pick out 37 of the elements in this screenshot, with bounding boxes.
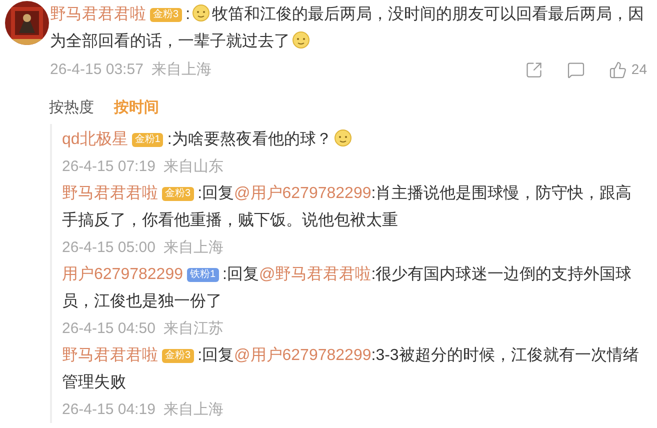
timestamp: 26-4-15 04:19 xyxy=(62,400,156,420)
username[interactable]: 野马君君君啦 xyxy=(62,347,158,364)
fan-badge: 金粉3 xyxy=(162,187,194,201)
emoji-icon xyxy=(292,31,310,49)
timestamp: 26-4-15 07:19 xyxy=(62,157,156,177)
reply-text: 用户6279782299 铁粉1 :回复@野马君君君啦:很少有国内球迷一边倒的支持外国球员，江俊也是独一份了 xyxy=(62,264,633,312)
mention-link[interactable]: @用户6279782299 xyxy=(234,347,372,364)
mention-link[interactable]: @野马君君君啦 xyxy=(259,266,372,283)
location-label: 来自山东 xyxy=(163,157,224,177)
username[interactable]: 野马君君君啦 xyxy=(62,185,158,202)
like-icon[interactable] xyxy=(609,60,628,78)
reply-text: qd北极星 金粉1 :为啥要熬夜看他的球？ xyxy=(62,126,641,153)
reply-text: 野马君君君啦 金粉3 :回复@用户6279782299:肖主播说他是围球慢，防守快，跟高手搞反了，你看他重播，贼下饭。说他包袱太重 xyxy=(62,184,633,231)
fan-badge: 金粉1 xyxy=(132,133,164,147)
username[interactable]: qd北极星 xyxy=(62,131,128,148)
comment-icon[interactable] xyxy=(567,60,586,78)
sort-tab[interactable]: 按时间 xyxy=(114,96,159,120)
timestamp: 26-4-15 03:57 xyxy=(50,60,144,80)
username[interactable]: 用户6279782299 xyxy=(62,266,183,283)
mention-link[interactable]: @用户6279782299 xyxy=(234,185,372,202)
username[interactable]: 野马君君君啦 xyxy=(50,6,146,23)
like-count: 24 xyxy=(631,60,647,79)
comment-text: 野马君君君啦 金粉3 : 牧笛和江俊的最后两局，没时间的朋友可以回看最后两局，因为全部回看的话，一辈子就过去了 xyxy=(50,3,646,52)
location-label: 来自上海 xyxy=(163,400,224,420)
sort-tab[interactable]: 按热度 xyxy=(49,96,94,120)
reply-text: 野马君君君啦 金粉3 :回复@用户6279782299:3-3被超分的时候，江俊就有一次情绪管理失败 xyxy=(62,346,640,393)
location-label: 来自江苏 xyxy=(163,319,224,339)
location-label: 来自上海 xyxy=(163,238,224,258)
emoji-icon xyxy=(192,4,210,22)
timestamp: 26-4-15 05:00 xyxy=(62,238,156,258)
fan-badge: 金粉3 xyxy=(150,8,182,22)
fan-badge: 金粉3 xyxy=(162,349,194,363)
location-label: 来自上海 xyxy=(151,60,212,80)
timestamp: 26-4-15 04:50 xyxy=(62,319,156,339)
fan-badge: 铁粉1 xyxy=(186,268,219,282)
share-icon[interactable] xyxy=(525,60,544,78)
emoji-icon xyxy=(334,129,352,147)
